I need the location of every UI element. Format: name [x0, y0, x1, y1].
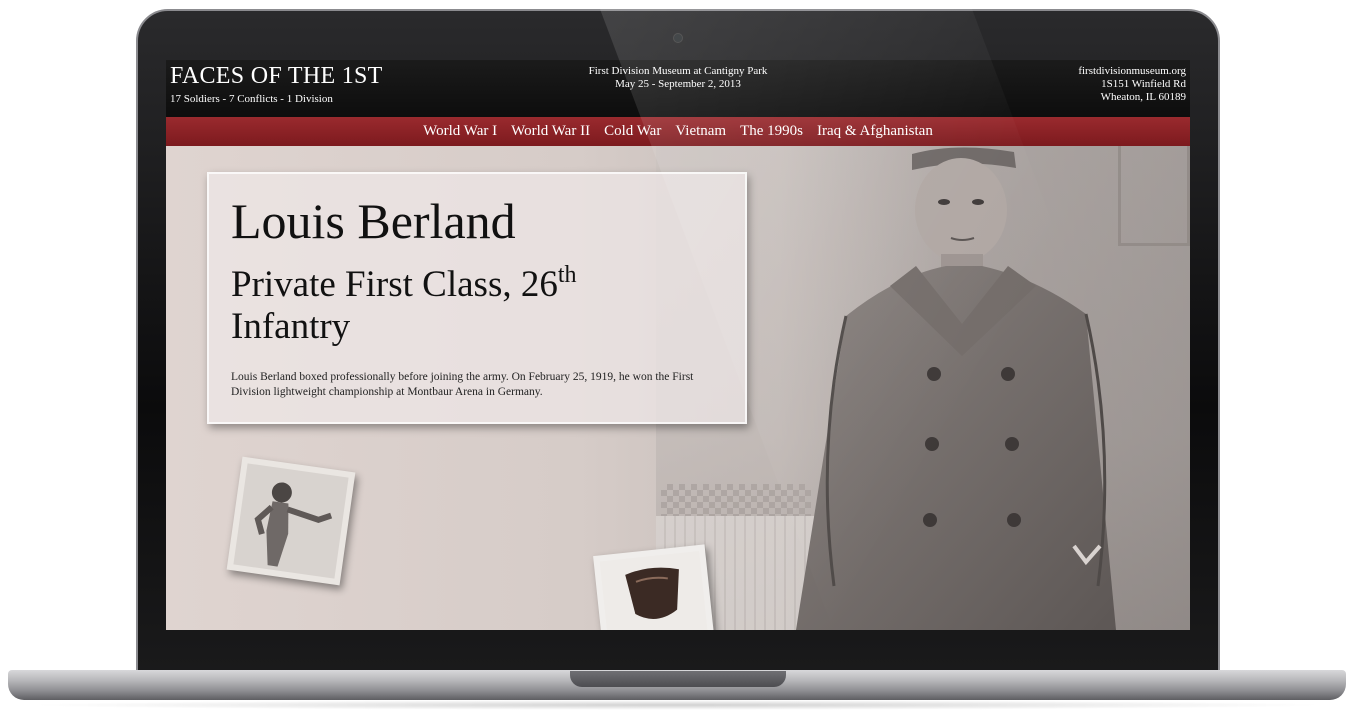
soldier-name: Louis Berland: [231, 193, 516, 249]
venue-text: First Division Museum at Cantigny Park: [588, 65, 768, 77]
laptop-notch: [570, 671, 786, 687]
main-nav: World War I World War II Cold War Vietna…: [166, 117, 1190, 146]
soldier-bio: Louis Berland boxed professionally befor…: [231, 371, 694, 398]
camera-icon: [673, 33, 683, 43]
rank-ordinal: th: [557, 262, 577, 288]
soldier-info-card: Louis Berland Private First Class, 26th …: [207, 172, 747, 424]
nav-item-1990s[interactable]: The 1990s: [740, 123, 803, 140]
boxer-photo-thumbnail[interactable]: [226, 456, 356, 586]
site-url[interactable]: firstdivisionmuseum.org: [1078, 65, 1186, 78]
soldier-rank: Private First Class, 26th Infantry: [231, 262, 711, 348]
trophy-cup-image: [599, 551, 709, 630]
address-line-2: Wheaton, IL 60189: [1100, 91, 1186, 103]
rank-text: Private First Class, 26: [231, 264, 558, 305]
nav-item-world-war-2[interactable]: World War II: [511, 123, 590, 140]
nav-item-vietnam[interactable]: Vietnam: [675, 123, 726, 140]
boxer-image: [233, 463, 349, 579]
hero-section: Louis Berland Private First Class, 26th …: [166, 146, 1190, 630]
site-header: FACES OF THE 1ST 17 Soldiers - 7 Conflic…: [166, 60, 1190, 117]
dates-text: May 25 - September 2, 2013: [615, 78, 741, 90]
address-line-1: 1S151 Winfield Rd: [1101, 78, 1186, 90]
browser-screen: FACES OF THE 1ST 17 Soldiers - 7 Conflic…: [166, 60, 1190, 630]
soldier-portrait: [796, 147, 1116, 630]
nav-item-iraq-afghanistan[interactable]: Iraq & Afghanistan: [817, 123, 933, 140]
site-tagline: 17 Soldiers - 7 Conflicts - 1 Division: [170, 93, 333, 105]
contact-info: firstdivisionmuseum.org 1S151 Winfield R…: [1078, 65, 1186, 104]
exhibit-info: First Division Museum at Cantigny Park M…: [166, 65, 1190, 91]
rank-unit: Infantry: [231, 306, 351, 347]
laptop-shadow: [24, 700, 1330, 710]
nav-item-cold-war[interactable]: Cold War: [604, 123, 661, 140]
nav-item-world-war-1[interactable]: World War I: [423, 123, 497, 140]
trophy-cup-thumbnail[interactable]: [593, 544, 715, 630]
